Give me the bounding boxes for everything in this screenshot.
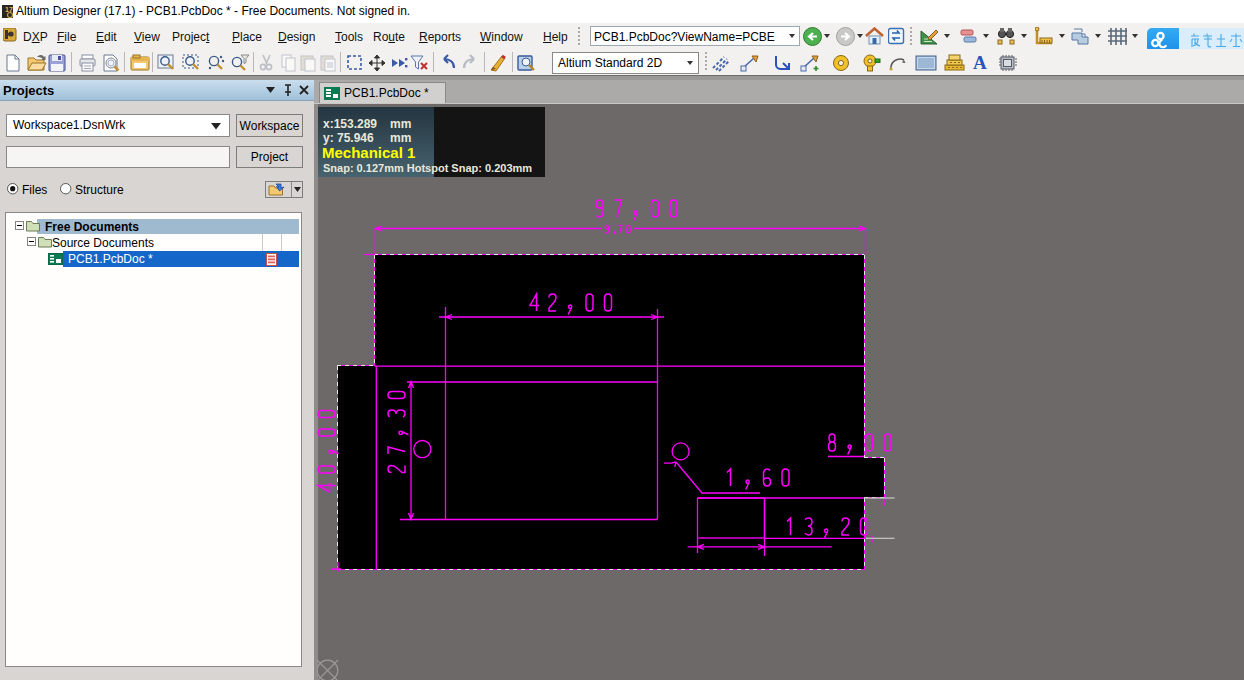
svg-text:17: 17 xyxy=(5,6,13,13)
